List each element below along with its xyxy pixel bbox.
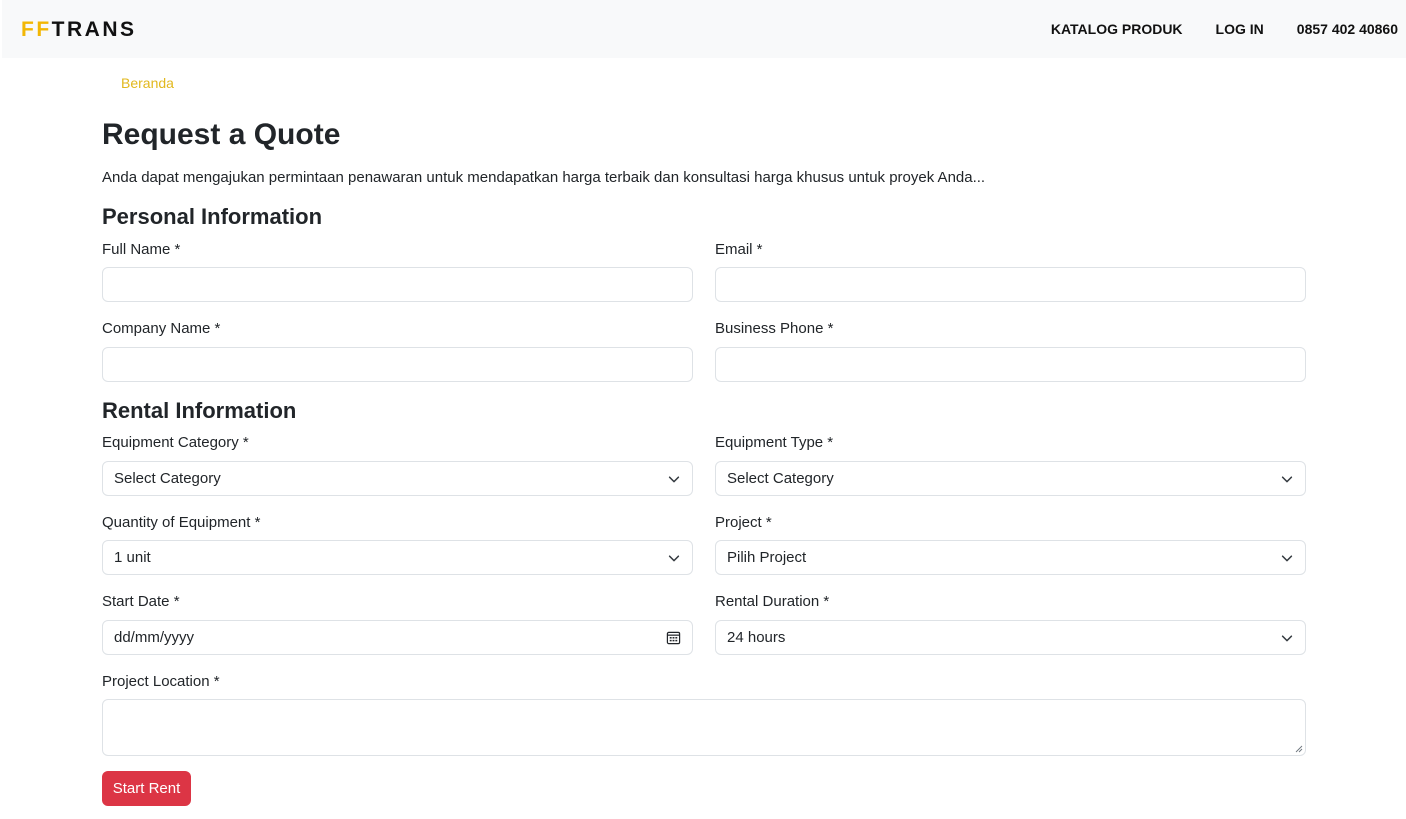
project-location-label: Project Location * <box>102 673 220 690</box>
quantity-select[interactable]: 1 unit <box>102 540 693 575</box>
email-label: Email * <box>715 241 763 258</box>
full-name-label: Full Name * <box>102 241 181 258</box>
brand-rest: TRANS <box>51 18 137 41</box>
breadcrumb-beranda[interactable]: Beranda <box>121 75 174 91</box>
equipment-category-label: Equipment Category * <box>102 434 249 451</box>
business-phone-label: Business Phone * <box>715 320 834 337</box>
page-title: Request a Quote <box>102 118 341 151</box>
start-date-label: Start Date * <box>102 593 180 610</box>
rental-duration-label: Rental Duration * <box>715 593 830 610</box>
nav-log-in[interactable]: LOG IN <box>1216 21 1264 37</box>
company-name-label: Company Name * <box>102 320 221 337</box>
top-navbar: FFTRANS KATALOG PRODUK LOG IN 0857 402 4… <box>2 0 1406 58</box>
rental-info-heading: Rental Information <box>102 398 297 423</box>
nav-katalog-produk[interactable]: KATALOG PRODUK <box>1051 21 1183 37</box>
nav-phone[interactable]: 0857 402 40860 <box>1297 21 1398 37</box>
chevron-down-icon <box>1281 634 1293 641</box>
project-label: Project * <box>715 514 772 531</box>
nav-links: KATALOG PRODUK LOG IN 0857 402 40860 <box>1018 0 1398 58</box>
chevron-down-icon <box>668 475 680 482</box>
company-name-input[interactable] <box>102 347 693 382</box>
personal-info-heading: Personal Information <box>102 204 323 229</box>
rental-duration-value: 24 hours <box>727 629 786 646</box>
quantity-value: 1 unit <box>114 549 151 566</box>
start-date-input[interactable]: dd/mm/yyyy <box>102 620 693 655</box>
equipment-type-select[interactable]: Select Category <box>715 461 1306 496</box>
rental-duration-select[interactable]: 24 hours <box>715 620 1306 655</box>
equipment-type-value: Select Category <box>727 470 834 487</box>
project-location-textarea[interactable] <box>102 699 1306 756</box>
brand-accent: FF <box>21 18 52 41</box>
email-input[interactable] <box>715 267 1306 302</box>
full-name-input[interactable] <box>102 267 693 302</box>
brand-logo[interactable]: FFTRANS <box>21 17 137 43</box>
equipment-category-select[interactable]: Select Category <box>102 461 693 496</box>
equipment-category-value: Select Category <box>114 470 221 487</box>
chevron-down-icon <box>668 554 680 561</box>
resize-grip-icon[interactable] <box>1295 745 1303 753</box>
project-select[interactable]: Pilih Project <box>715 540 1306 575</box>
equipment-type-label: Equipment Type * <box>715 434 834 451</box>
project-value: Pilih Project <box>727 549 807 566</box>
page-intro: Anda dapat mengajukan permintaan penawar… <box>102 169 986 186</box>
chevron-down-icon <box>1281 554 1293 561</box>
business-phone-input[interactable] <box>715 347 1306 382</box>
calendar-icon[interactable] <box>666 630 681 645</box>
chevron-down-icon <box>1281 475 1293 482</box>
start-date-placeholder: dd/mm/yyyy <box>114 629 195 646</box>
start-rent-button[interactable]: Start Rent <box>102 771 191 806</box>
quantity-label: Quantity of Equipment * <box>102 514 261 531</box>
